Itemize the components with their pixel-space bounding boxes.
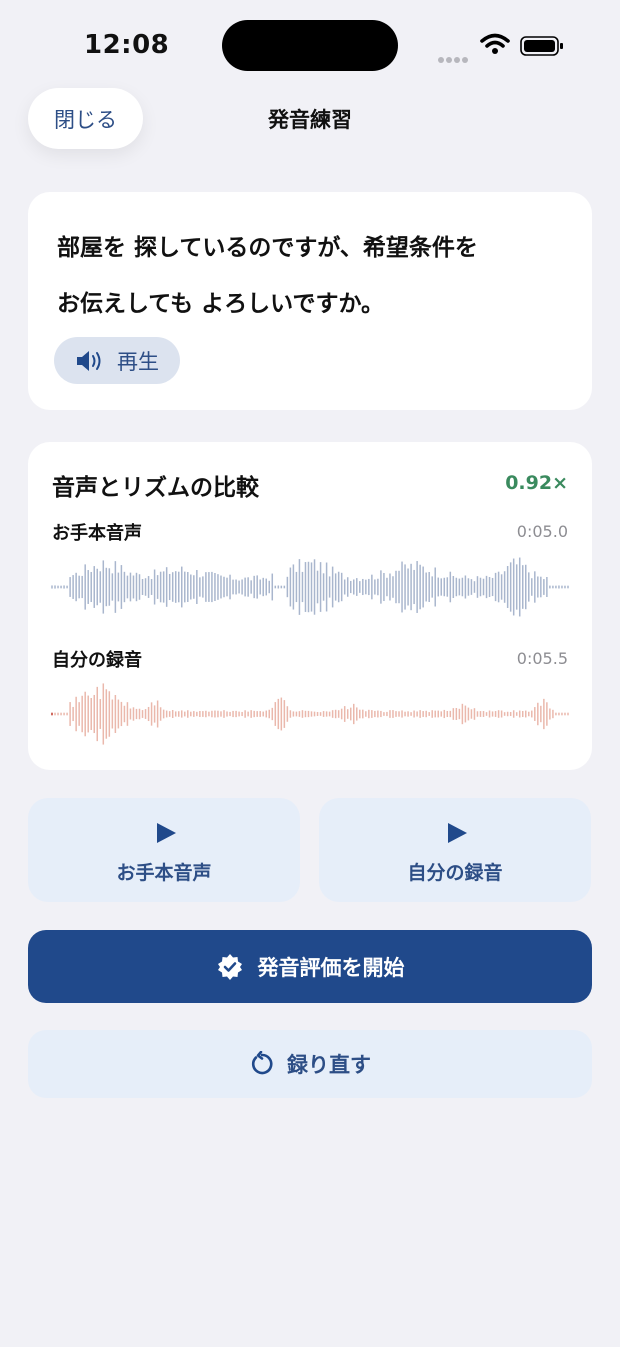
play-recording-label: 自分の録音 [407, 862, 503, 884]
sentence-line: 部屋を 探しているのですが、希望条件を [57, 235, 478, 261]
sentence-card: 部屋を 探しているのですが、希望条件を お伝えしても よろしいですか。 再生 [28, 192, 592, 410]
reference-waveform [51, 557, 569, 617]
practice-sentence: 部屋を 探しているのですが、希望条件を お伝えしても よろしいですか。 [57, 220, 567, 332]
status-time: 12:08 [84, 30, 170, 60]
sentence-line: お伝えしても よろしいですか。 [57, 291, 385, 317]
verified-badge-icon [217, 953, 242, 980]
page-title: 発音練習 [268, 108, 352, 132]
play-reference-button[interactable]: お手本音声 [28, 798, 300, 902]
reference-duration: 0:05.0 [516, 522, 568, 541]
signal-dots-icon [438, 48, 470, 67]
retake-label: 録り直す [287, 1053, 371, 1077]
play-icon [157, 823, 176, 843]
play-recording-button[interactable]: 自分の録音 [319, 798, 591, 902]
play-sentence-button[interactable]: 再生 [54, 337, 180, 384]
reference-label: お手本音声 [52, 523, 142, 544]
dynamic-island [222, 20, 398, 71]
comparison-title: 音声とリズムの比較 [52, 475, 259, 501]
play-reference-label: お手本音声 [116, 862, 212, 884]
play-sentence-label: 再生 [117, 349, 159, 374]
recording-label: 自分の録音 [52, 650, 142, 671]
battery-icon [520, 36, 563, 56]
start-evaluation-button[interactable]: 発音評価を開始 [28, 930, 592, 1003]
status-bar: 12:08 [0, 0, 620, 92]
speaker-icon [77, 350, 101, 371]
recording-duration: 0:05.5 [516, 649, 568, 668]
speed-ratio: 0.92× [505, 472, 568, 494]
start-evaluation-label: 発音評価を開始 [257, 955, 405, 980]
recording-waveform [51, 683, 569, 745]
comparison-card: 音声とリズムの比較 0.92× お手本音声 0:05.0 自分の録音 0:05.… [28, 442, 592, 770]
retake-button[interactable]: 録り直す [28, 1030, 592, 1098]
play-icon [448, 823, 467, 843]
retry-icon [251, 1051, 273, 1075]
wifi-icon [480, 33, 510, 54]
